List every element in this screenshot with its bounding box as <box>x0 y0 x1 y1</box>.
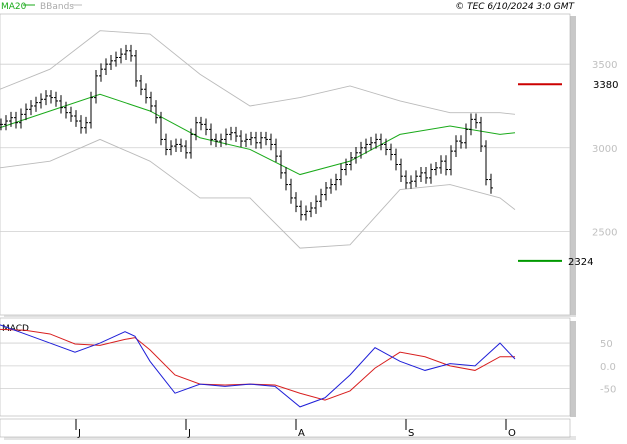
copyright-text: © TEC 6/10/2024 3:0 GMT <box>455 2 575 12</box>
price-panel-shadow <box>570 16 576 315</box>
x-axis: JJASO <box>0 418 576 440</box>
x-axis-tick-label: J <box>77 428 81 439</box>
macd-panel-shadow <box>570 321 576 417</box>
x-axis-tick-label: O <box>508 428 516 439</box>
price-panel-frame <box>0 13 571 316</box>
price-tick-label: 3000 <box>592 144 617 155</box>
x-axis-tick-label: S <box>408 428 414 439</box>
x-axis-tick-label: J <box>187 428 191 439</box>
resistance-level-label: 3380 <box>593 80 618 91</box>
x-axis-strip <box>0 418 571 438</box>
macd-tick-label: -50 <box>600 385 616 396</box>
macd-tick-label: 0.0 <box>600 362 616 373</box>
macd-panel: MACD 50 0.0 -50 <box>0 317 616 417</box>
support-level-label: 2324 <box>568 257 593 268</box>
price-panel: 3380 2324 2500 3000 3500 <box>0 13 618 317</box>
stock-chart: MA20 BBands © TEC 6/10/2024 3:0 GMT 3380… <box>0 2 618 440</box>
x-axis-tick-label: A <box>298 428 305 439</box>
macd-title: MACD <box>2 324 29 334</box>
price-tick-label: 3500 <box>592 60 617 71</box>
macd-tick-label: 50 <box>600 339 613 350</box>
price-tick-label: 2500 <box>592 227 617 238</box>
legend-ma-label: MA20 <box>1 2 27 12</box>
macd-panel-frame <box>0 317 571 417</box>
legend-bbands-label: BBands <box>40 2 74 12</box>
